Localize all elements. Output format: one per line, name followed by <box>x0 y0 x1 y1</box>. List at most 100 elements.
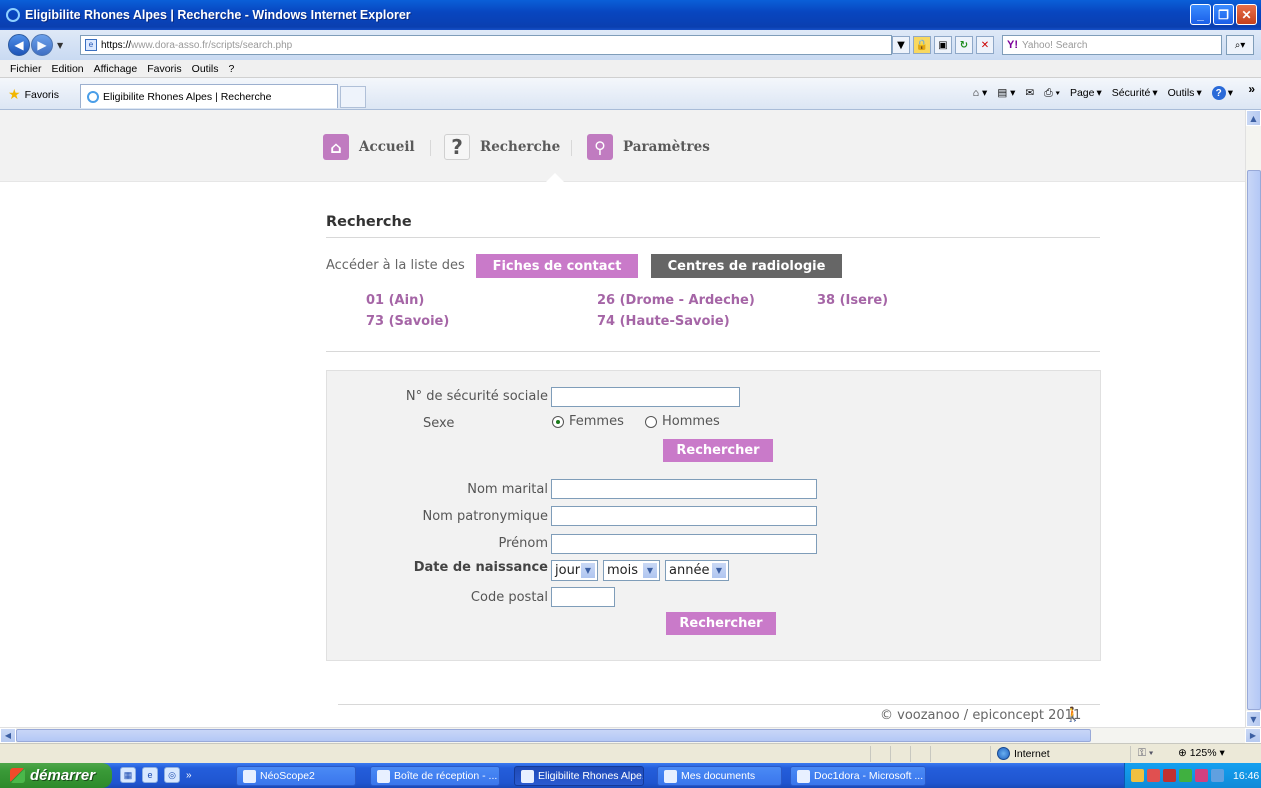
security-zone[interactable]: Internet <box>997 747 1050 760</box>
sex-male-radio[interactable]: Hommes <box>645 414 720 429</box>
outlook-icon[interactable]: ◎ <box>164 767 180 783</box>
menu-outils[interactable]: Outils <box>192 63 219 75</box>
nav-home-label: Accueil <box>359 139 415 155</box>
scroll-up-icon[interactable]: ▲ <box>1246 110 1261 126</box>
taskbar-item-neoscope[interactable]: NéoScope2 <box>236 766 356 786</box>
postal-code-field[interactable] <box>551 587 615 607</box>
search-input[interactable]: Y! Yahoo! Search <box>1002 35 1222 55</box>
mail-icon[interactable]: ✉ <box>1025 87 1034 99</box>
scroll-left-icon[interactable]: ◀ <box>0 728 16 743</box>
star-icon: ★ <box>8 86 21 102</box>
tray-display-icon[interactable] <box>1211 769 1224 782</box>
tray-m-icon[interactable] <box>1195 769 1208 782</box>
taskbar-item-word[interactable]: Doc1dora - Microsoft ... <box>790 766 926 786</box>
menu-affichage[interactable]: Affichage <box>94 63 138 75</box>
quick-launch-more-icon[interactable]: » <box>186 770 192 781</box>
home-icon[interactable]: ⌂ ▾ <box>973 87 988 99</box>
dept-link-drome-ardeche[interactable]: 26 (Drome - Ardeche) <box>597 293 755 308</box>
dob-month-select[interactable]: mois ▼ <box>603 560 660 581</box>
contact-sheets-button[interactable]: Fiches de contact <box>476 254 638 278</box>
ssn-field[interactable] <box>551 387 740 407</box>
sex-female-radio[interactable]: Femmes <box>552 414 624 429</box>
tray-antivirus-icon[interactable] <box>1147 769 1160 782</box>
nav-home[interactable]: ⌂ Accueil <box>323 134 415 160</box>
protected-mode-icon[interactable]: ⚿ ▾ <box>1138 747 1153 760</box>
dept-link-ain[interactable]: 01 (Ain) <box>366 293 424 308</box>
tray-k-icon[interactable] <box>1163 769 1176 782</box>
ie-icon[interactable]: e <box>142 767 158 783</box>
more-commands-icon[interactable]: » <box>1248 82 1255 96</box>
refresh-icon[interactable]: ↻ <box>955 36 973 54</box>
back-button[interactable]: ◀ <box>8 34 30 56</box>
scroll-down-icon[interactable]: ▼ <box>1246 711 1261 727</box>
zoom-level[interactable]: ⊕ 125% ▾ <box>1178 747 1225 759</box>
compat-view-icon[interactable]: ▣ <box>934 36 952 54</box>
security-menu[interactable]: Sécurité ▾ <box>1112 87 1158 99</box>
tools-menu-label: Outils <box>1167 87 1195 99</box>
dob-year-value: année <box>669 563 710 578</box>
status-bar: Internet ⚿ ▾ ⊕ 125% ▾ <box>0 743 1261 763</box>
dob-year-select[interactable]: année ▼ <box>665 560 729 581</box>
system-tray: 16:46 <box>1124 763 1261 788</box>
forward-button[interactable]: ▶ <box>31 34 53 56</box>
history-dropdown-icon[interactable]: ▼ <box>57 41 63 50</box>
dept-link-savoie[interactable]: 73 (Savoie) <box>366 314 449 329</box>
dept-link-isere[interactable]: 38 (Isere) <box>817 293 888 308</box>
show-desktop-icon[interactable]: ▦ <box>120 767 136 783</box>
access-list-label: Accéder à la liste des <box>326 258 465 273</box>
page-menu-label: Page <box>1069 87 1095 99</box>
address-input[interactable]: e https://www.dora-asso.fr/scripts/searc… <box>80 35 892 55</box>
marital-name-field[interactable] <box>551 479 817 499</box>
horizontal-scroll-thumb[interactable] <box>16 729 1091 742</box>
taskbar-item-documents[interactable]: Mes documents <box>657 766 782 786</box>
menu-help[interactable]: ? <box>229 63 235 75</box>
first-name-field[interactable] <box>551 534 817 554</box>
vertical-scrollbar[interactable]: ▲ ▼ <box>1245 110 1261 727</box>
search-identity-button[interactable]: Rechercher <box>666 612 776 635</box>
marital-name-label: Nom marital <box>467 482 548 497</box>
tools-menu[interactable]: Outils ▾ <box>1168 87 1202 99</box>
dob-day-select[interactable]: jour ▼ <box>551 560 598 581</box>
print-icon[interactable]: ⎙ ▾ <box>1044 87 1060 100</box>
globe-icon <box>997 747 1010 760</box>
nav-settings[interactable]: ⚲ Paramètres <box>587 134 710 160</box>
nav-search[interactable]: ? Recherche <box>444 134 560 160</box>
tray-update-icon[interactable] <box>1179 769 1192 782</box>
menu-favoris[interactable]: Favoris <box>147 63 181 75</box>
accessibility-icon[interactable]: 🚶 <box>1064 707 1081 723</box>
url-host: www.dora-asso.fr <box>131 39 209 51</box>
taskbar-item-label: Doc1dora - Microsoft ... <box>814 770 924 782</box>
taskbar-item-browser[interactable]: Eligibilite Rhones Alpe... <box>514 766 644 786</box>
start-button[interactable]: démarrer <box>0 763 112 788</box>
horizontal-scrollbar[interactable]: ◀ ▶ <box>0 727 1261 743</box>
browser-tab[interactable]: Eligibilite Rhones Alpes | Recherche <box>80 84 338 108</box>
maximize-button[interactable]: ❐ <box>1213 4 1234 25</box>
menu-fichier[interactable]: Fichier <box>10 63 42 75</box>
lock-icon[interactable]: 🔒 <box>913 36 931 54</box>
dept-link-haute-savoie[interactable]: 74 (Haute-Savoie) <box>597 314 730 329</box>
search-button[interactable]: ⌕▾ <box>1226 35 1254 55</box>
tray-network-icon[interactable] <box>1131 769 1144 782</box>
taskbar-item-inbox[interactable]: Boîte de réception - ... <box>370 766 500 786</box>
page-menu[interactable]: Page ▾ <box>1070 87 1102 99</box>
address-dropdown-icon[interactable]: ▼ <box>892 36 910 54</box>
url-prefix: https:// <box>101 39 132 51</box>
stop-icon[interactable]: ✕ <box>976 36 994 54</box>
window-titlebar: Eligibilite Rhones Alpes | Recherche - W… <box>0 0 1261 30</box>
new-tab-button[interactable] <box>340 86 366 108</box>
vertical-scroll-thumb[interactable] <box>1247 170 1261 710</box>
radiology-centers-button[interactable]: Centres de radiologie <box>651 254 842 278</box>
help-menu[interactable]: ? ▾ <box>1211 86 1233 100</box>
feeds-icon[interactable]: ▤ ▾ <box>997 87 1015 99</box>
maiden-name-label: Nom patronymique <box>422 509 549 524</box>
search-ssn-button[interactable]: Rechercher <box>663 439 773 462</box>
status-divider <box>930 746 931 762</box>
close-button[interactable]: ✕ <box>1236 4 1257 25</box>
radio-checked-icon <box>552 415 564 428</box>
scroll-right-icon[interactable]: ▶ <box>1245 728 1261 743</box>
menu-edition[interactable]: Edition <box>52 63 84 75</box>
minimize-button[interactable]: _ <box>1190 4 1211 25</box>
app-icon <box>521 769 534 783</box>
maiden-name-field[interactable] <box>551 506 817 526</box>
favorites-button[interactable]: ★ Favoris <box>8 86 59 103</box>
